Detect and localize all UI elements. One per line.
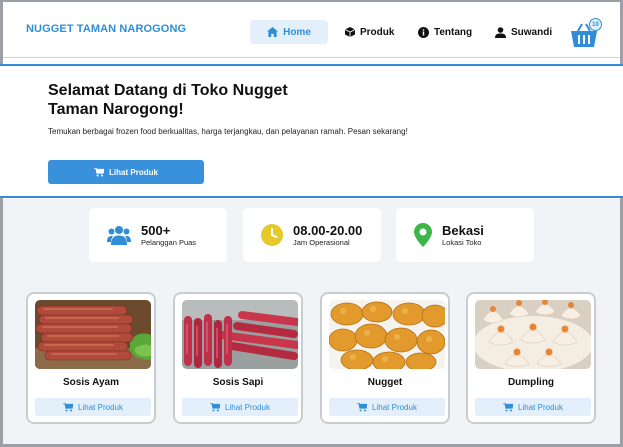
product-name: Nugget: [367, 377, 403, 388]
stat-customers-label: Pelanggan Puas: [141, 237, 197, 247]
nav-produk[interactable]: Produk: [345, 20, 394, 44]
hero-section: Selamat Datang di Toko Nugget Taman Naro…: [0, 64, 623, 198]
home-icon: [267, 27, 279, 37]
box-icon: [345, 27, 355, 37]
product-image-dumpling: [475, 300, 591, 369]
view-product-button[interactable]: Lihat Produk: [329, 398, 445, 416]
stat-customers-value: 500+: [141, 222, 171, 238]
view-product-label: Lihat Produk: [225, 402, 270, 412]
navbar-divider: [3, 57, 620, 58]
navbar: NUGGET TAMAN NAROGONG Home Produk Tentan…: [3, 2, 620, 56]
product-card-nugget[interactable]: Nugget Lihat Produk: [320, 292, 450, 424]
cart-icon: [63, 402, 74, 411]
product-image-sosis-sapi: [182, 300, 298, 369]
hero-view-products-button[interactable]: Lihat Produk: [48, 160, 204, 184]
nav-user-label: Suwandi: [511, 26, 553, 38]
cart-icon: [94, 167, 105, 176]
cart-icon: [210, 402, 221, 411]
nav-tentang[interactable]: Tentang: [418, 20, 472, 44]
stats-section: 500+ Pelanggan Puas 08.00-20.00 Jam Oper…: [3, 199, 620, 273]
nav-produk-label: Produk: [360, 26, 395, 38]
cart-count-badge: 10: [589, 18, 602, 31]
nav-user[interactable]: Suwandi: [495, 20, 552, 44]
stat-card-location: Bekasi Lokasi Toko: [396, 208, 534, 262]
cart-button[interactable]: 10: [570, 18, 604, 48]
clock-icon: [261, 224, 283, 246]
location-pin-icon: [414, 223, 432, 247]
product-image-nugget: [329, 300, 445, 369]
stat-card-customers: 500+ Pelanggan Puas: [89, 208, 227, 262]
nav-home[interactable]: Home: [250, 20, 328, 44]
brand-logo-text[interactable]: NUGGET TAMAN NAROGONG: [26, 23, 186, 35]
nav-home-label: Home: [283, 26, 311, 38]
product-name: Sosis Sapi: [212, 377, 264, 388]
product-card-sosis-ayam[interactable]: Sosis Ayam Lihat Produk: [26, 292, 156, 424]
product-name: Sosis Ayam: [63, 377, 119, 388]
view-product-label: Lihat Produk: [518, 402, 563, 412]
hero-button-label: Lihat Produk: [109, 167, 158, 177]
nav-tentang-label: Tentang: [434, 26, 473, 38]
cart-icon: [357, 402, 368, 411]
view-product-label: Lihat Produk: [372, 402, 417, 412]
view-product-label: Lihat Produk: [78, 402, 123, 412]
products-section: Sosis Ayam Lihat Produk Sosis Sapi Lihat…: [3, 273, 620, 444]
view-product-button[interactable]: Lihat Produk: [475, 398, 591, 416]
stat-location-label: Lokasi Toko: [442, 237, 482, 247]
hero-title: Selamat Datang di Toko Nugget Taman Naro…: [48, 82, 288, 118]
stat-location-value: Bekasi: [442, 222, 484, 238]
product-image-sosis-ayam: [35, 300, 151, 369]
view-product-button[interactable]: Lihat Produk: [35, 398, 151, 416]
stat-hours-value: 08.00-20.00: [293, 222, 363, 238]
stat-hours-label: Jam Operasional: [293, 237, 350, 247]
users-icon: [107, 226, 131, 245]
hero-description: Temukan berbagai frozen food berkualitas…: [48, 127, 408, 136]
user-icon: [495, 26, 506, 38]
stat-card-hours: 08.00-20.00 Jam Operasional: [243, 208, 381, 262]
product-card-dumpling[interactable]: Dumpling Lihat Produk: [466, 292, 596, 424]
product-card-sosis-sapi[interactable]: Sosis Sapi Lihat Produk: [173, 292, 303, 424]
cart-icon: [503, 402, 514, 411]
view-product-button[interactable]: Lihat Produk: [182, 398, 298, 416]
info-icon: [418, 26, 429, 38]
product-name: Dumpling: [507, 377, 555, 388]
